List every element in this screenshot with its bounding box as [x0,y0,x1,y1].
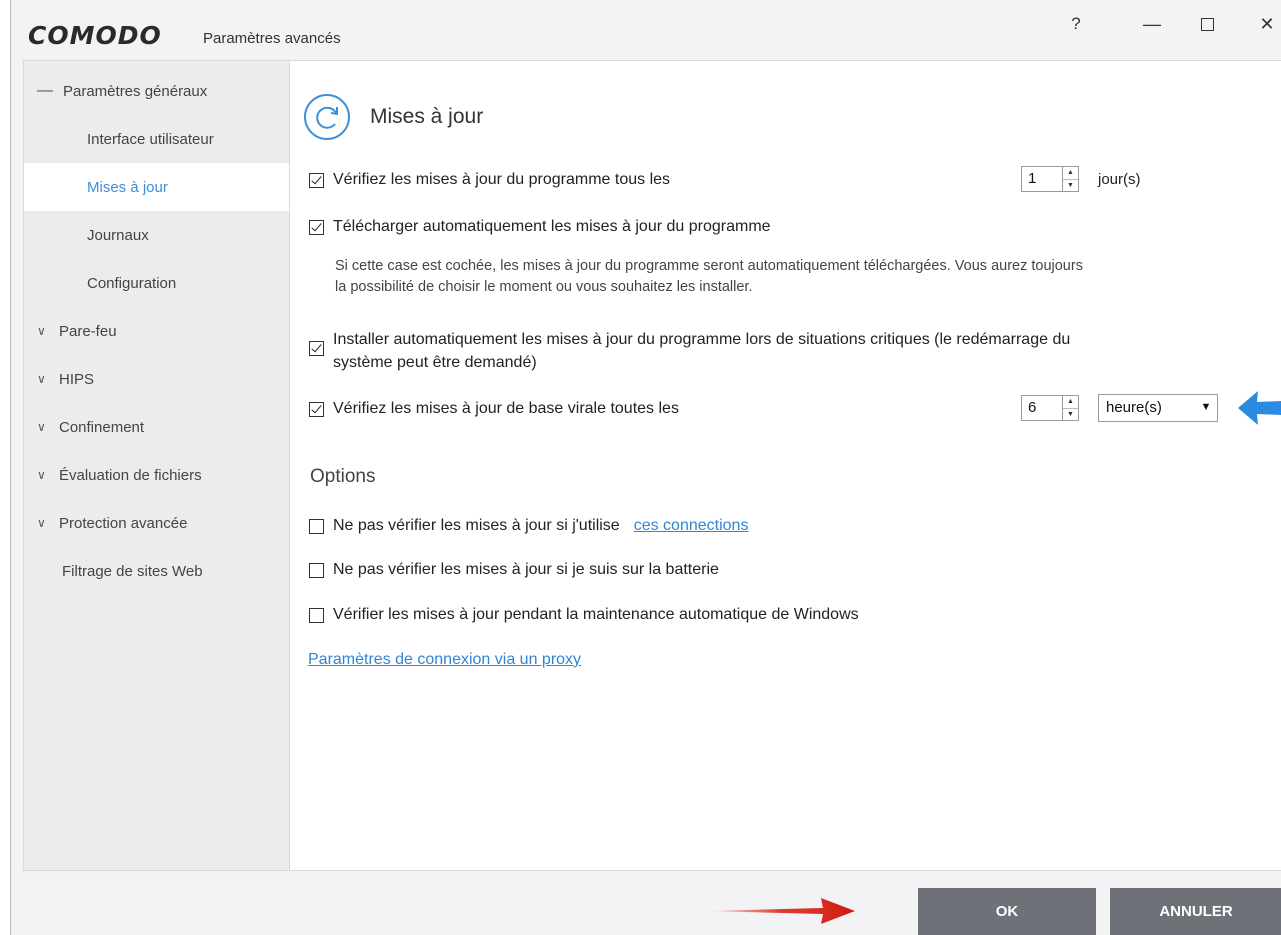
sidebar-item-mises-a-jour[interactable]: Mises à jour [24,163,290,211]
stepper-arrows: ▲ ▼ [1062,167,1078,191]
no-check-connections-label: Ne pas vérifier les mises à jour si j'ut… [333,517,620,534]
virus-db-unit-value: heure(s) [1106,399,1162,416]
sidebar-item-label: Configuration [87,274,177,292]
stepper-arrows: ▲ ▼ [1062,396,1078,420]
check-virus-db-label: Vérifiez les mises à jour de base virale… [333,400,679,417]
auto-install-row: Installer automatiquement les mises à jo… [309,328,1070,374]
sidebar-item-label: Protection avancée [59,514,188,532]
connections-link[interactable]: ces connections [634,517,749,535]
page-title: Mises à jour [370,105,484,128]
check-maintenance-label: Vérifier les mises à jour pendant la mai… [333,606,859,623]
auto-download-label: Télécharger automatiquement les mises à … [333,218,771,235]
advanced-settings-window: COMODO Paramètres avancés ? — ✕ — Paramè… [10,0,1281,935]
no-check-connections-checkbox[interactable] [309,519,324,534]
close-button[interactable]: ✕ [1247,14,1281,35]
check-virus-db-checkbox[interactable] [309,402,324,417]
program-interval-unit: jour(s) [1098,171,1141,188]
check-maintenance-row: Vérifier les mises à jour pendant la mai… [309,606,859,624]
stepper-up-icon[interactable]: ▲ [1063,167,1078,180]
stepper-down-icon[interactable]: ▼ [1063,180,1078,192]
window-title: Paramètres avancés [203,30,341,47]
sidebar-item-parametres-generaux[interactable]: — Paramètres généraux [24,67,290,115]
sidebar-item-label: Paramètres généraux [63,82,208,100]
sidebar-item-pare-feu[interactable]: ∨ Pare-feu [24,307,290,355]
check-program-updates-row: Vérifiez les mises à jour du programme t… [309,171,670,189]
blue-arrow-annotation-icon [1238,391,1281,425]
check-program-updates-checkbox[interactable] [309,173,324,188]
no-check-connections-row: Ne pas vérifier les mises à jour si j'ut… [309,517,748,535]
settings-panel: Mises à jour Vérifiez les mises à jour d… [289,60,1281,871]
check-program-updates-label: Vérifiez les mises à jour du programme t… [333,171,671,188]
sidebar-item-label: HIPS [59,370,95,388]
sidebar-item-filtrage-web[interactable]: Filtrage de sites Web [24,547,290,595]
refresh-icon [304,94,350,140]
minimize-button[interactable]: — [1132,14,1172,35]
sidebar-item-label: Évaluation de fichiers [59,466,202,484]
no-check-battery-checkbox[interactable] [309,563,324,578]
collapse-icon: — [37,82,53,99]
sidebar-item-label: Pare-feu [59,322,117,340]
check-maintenance-checkbox[interactable] [309,608,324,623]
maximize-button[interactable] [1187,14,1227,36]
auto-install-label-line2: système peut être demandé) [333,354,537,371]
no-check-battery-row: Ne pas vérifier les mises à jour si je s… [309,561,719,579]
sidebar-item-hips[interactable]: ∨ HIPS [24,355,290,403]
chevron-down-icon: ∨ [37,324,46,338]
auto-download-row: Télécharger automatiquement les mises à … [309,218,771,236]
sidebar-item-confinement[interactable]: ∨ Confinement [24,403,290,451]
sidebar-item-label: Journaux [87,226,149,244]
sidebar-item-interface-utilisateur[interactable]: Interface utilisateur [24,115,290,163]
auto-download-checkbox[interactable] [309,220,324,235]
maximize-icon [1200,18,1214,31]
sidebar-item-label: Mises à jour [87,178,168,196]
sidebar-item-journaux[interactable]: Journaux [24,211,290,259]
help-button[interactable]: ? [1056,14,1096,34]
stepper-down-icon[interactable]: ▼ [1063,409,1078,421]
check-virus-db-row: Vérifiez les mises à jour de base virale… [309,400,679,418]
sidebar-item-label: Filtrage de sites Web [62,562,203,580]
sidebar-item-evaluation-fichiers[interactable]: ∨ Évaluation de fichiers [24,451,290,499]
auto-install-label-line1: Installer automatiquement les mises à jo… [333,331,1071,348]
chevron-down-icon: ∨ [37,468,46,482]
sidebar-item-label: Confinement [59,418,145,436]
program-interval-value[interactable]: 1 [1022,167,1062,191]
sidebar: — Paramètres généraux Interface utilisat… [23,60,290,871]
auto-download-description-line2: la possibilité de choisir le moment ou v… [335,279,753,295]
no-check-battery-label: Ne pas vérifier les mises à jour si je s… [333,561,719,578]
dropdown-arrow-icon: ▼ [1200,401,1212,413]
virus-db-unit-select[interactable]: heure(s) ▼ [1098,394,1218,422]
program-interval-stepper[interactable]: 1 ▲ ▼ [1021,166,1079,192]
comodo-logo: COMODO [28,21,162,50]
chevron-down-icon: ∨ [37,516,46,530]
virus-db-interval-stepper[interactable]: 6 ▲ ▼ [1021,395,1079,421]
auto-download-description-line1: Si cette case est cochée, les mises à jo… [335,258,1083,274]
virus-db-interval-value[interactable]: 6 [1022,396,1062,420]
chevron-down-icon: ∨ [37,420,46,434]
desktop-edge [0,0,10,935]
sidebar-item-label: Interface utilisateur [87,130,214,148]
ok-button[interactable]: OK [918,888,1096,935]
red-arrow-annotation-icon [705,898,855,924]
chevron-down-icon: ∨ [37,372,46,386]
title-bar: COMODO Paramètres avancés ? — ✕ [11,0,1281,60]
options-heading: Options [310,466,376,487]
auto-install-label: Installer automatiquement les mises à jo… [333,328,1070,374]
proxy-settings-link[interactable]: Paramètres de connexion via un proxy [308,651,581,669]
sidebar-item-configuration[interactable]: Configuration [24,259,290,307]
sidebar-item-protection-avancee[interactable]: ∨ Protection avancée [24,499,290,547]
stepper-up-icon[interactable]: ▲ [1063,396,1078,409]
auto-install-checkbox[interactable] [309,341,324,356]
cancel-button[interactable]: ANNULER [1110,888,1281,935]
